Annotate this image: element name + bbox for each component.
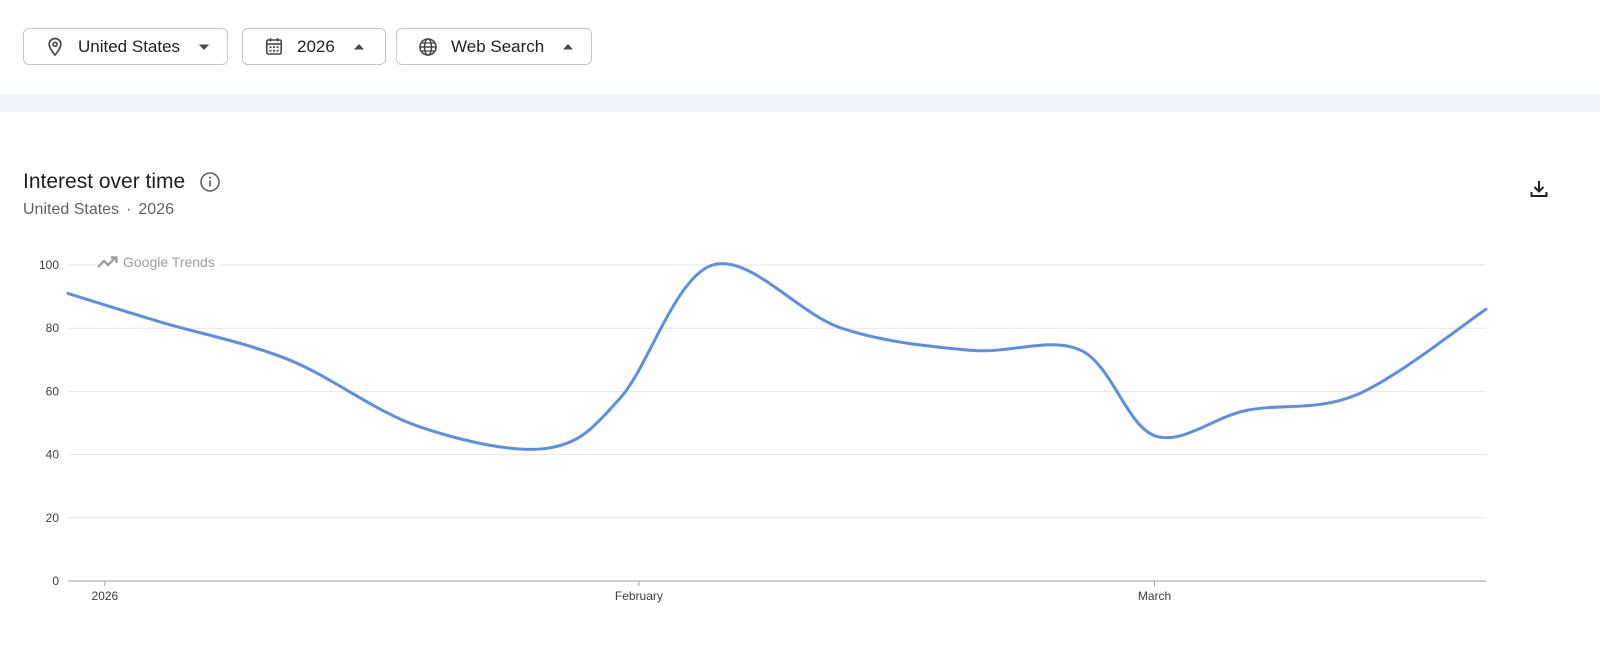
download-button[interactable] xyxy=(1526,178,1552,204)
calendar-icon xyxy=(263,36,285,58)
globe-icon xyxy=(417,36,439,58)
caret-up-icon xyxy=(562,41,574,53)
google-trends-watermark: Google Trends xyxy=(97,254,221,270)
section-divider-band xyxy=(0,94,1600,112)
subtitle-year: 2026 xyxy=(138,201,174,218)
chart-svg: 0 20 40 60 80 100 2026 February March xyxy=(39,258,1488,603)
card-title-text: Interest over time xyxy=(23,170,186,193)
year-label: 2026 xyxy=(297,36,335,56)
search-type-label: Web Search xyxy=(451,36,545,56)
watermark-text: Google Trends xyxy=(123,254,215,270)
y-tick-label: 100 xyxy=(39,258,59,272)
filter-bar: United States 2026 Web Search xyxy=(0,0,1600,94)
y-tick-label: 0 xyxy=(52,574,59,588)
location-selector[interactable]: United States xyxy=(23,28,228,65)
x-tick-label: March xyxy=(1138,589,1171,603)
interest-over-time-chart: 0 20 40 60 80 100 2026 February March xyxy=(0,240,1600,620)
x-tick-label: February xyxy=(615,589,663,603)
info-icon[interactable] xyxy=(198,170,222,194)
y-tick-label: 40 xyxy=(46,448,60,462)
y-tick-label: 20 xyxy=(46,511,60,525)
y-tick-label: 80 xyxy=(46,321,60,335)
subtitle-separator: · xyxy=(126,201,132,218)
trend-arrow-icon xyxy=(97,256,118,268)
location-label: United States xyxy=(78,36,181,56)
location-pin-icon xyxy=(44,36,66,58)
caret-up-icon xyxy=(353,41,365,53)
year-selector[interactable]: 2026 xyxy=(242,28,386,65)
search-type-selector[interactable]: Web Search xyxy=(396,28,592,65)
download-icon xyxy=(1528,178,1550,205)
card-subtitle: United States · 2026 xyxy=(23,201,174,219)
card-title: Interest over time xyxy=(23,170,222,194)
y-tick-label: 60 xyxy=(46,384,60,398)
interest-line xyxy=(66,262,1488,451)
caret-down-icon xyxy=(198,41,210,53)
subtitle-location: United States xyxy=(23,201,120,218)
x-tick-label: 2026 xyxy=(91,589,118,603)
